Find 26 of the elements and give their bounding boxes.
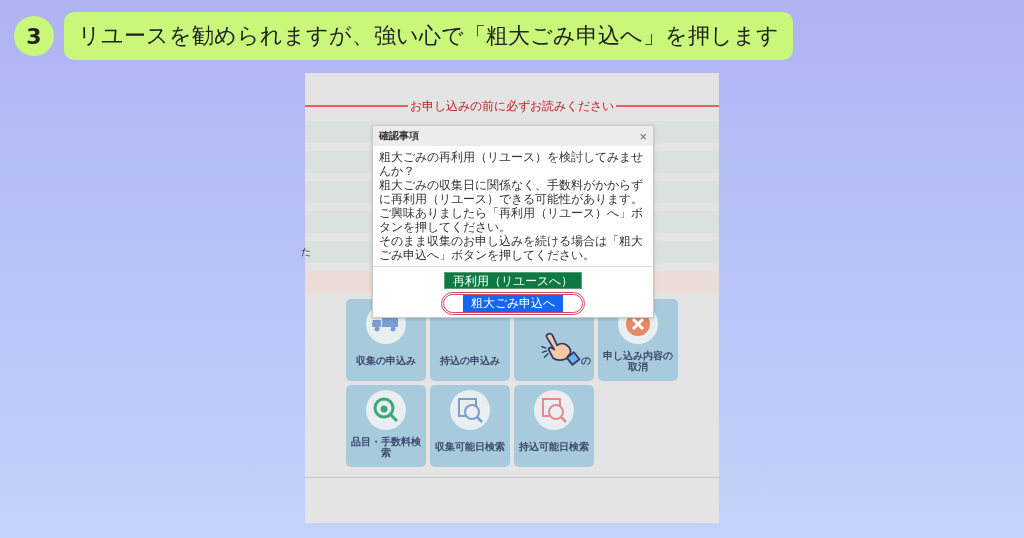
tile-label: 収集可能日検索 [435, 441, 505, 453]
calendar-search-icon [450, 390, 490, 430]
tile-label: 品目・手数料検索 [350, 435, 422, 459]
tile-label: 収集の申込み [356, 355, 416, 367]
row-text: た [301, 245, 311, 259]
tile-label: の [581, 355, 591, 367]
dialog-text: ご興味ありましたら「再利用（リユース）へ」ボタンを押してください。 [379, 206, 644, 234]
step-number: 3 [14, 16, 54, 56]
step-caption: リユースを勧められますが、強い心で「粗大ごみ申込へ」を押します [64, 12, 793, 60]
calendar-search-icon [534, 390, 574, 430]
tile-label: 持込可能日検索 [519, 441, 589, 453]
dialog-text: 粗大ごみの再利用（リユース）を検討してみませんか？ [379, 150, 644, 178]
menu-tile[interactable]: 品目・手数料検索 [346, 385, 426, 467]
dialog-text: そのまま収集のお申し込みを続ける場合は「粗大ごみ申込へ」ボタンを押してください。 [379, 234, 644, 262]
tile-label: 持込の申込み [440, 355, 500, 367]
dialog-text: 粗大ごみの収集日に関係なく、手数料がかからずに再利用（リユース）できる可能性があります。 [379, 178, 644, 206]
close-button[interactable]: × [639, 129, 647, 143]
magnifier-icon [366, 390, 406, 430]
dialog-title: 確認事項 [379, 129, 419, 143]
tile-label: 申し込み内容の取消 [602, 349, 674, 373]
reuse-button[interactable]: 再利用（リユースへ） [444, 272, 582, 289]
pointing-hand-icon [541, 331, 583, 368]
apply-button[interactable]: 粗大ごみ申込へ [463, 295, 563, 312]
menu-tile[interactable]: 持込可能日検索 [514, 385, 594, 467]
menu-tile[interactable]: 収集可能日検索 [430, 385, 510, 467]
notice-heading: お申し込みの前に必ずお読みください [408, 97, 616, 115]
